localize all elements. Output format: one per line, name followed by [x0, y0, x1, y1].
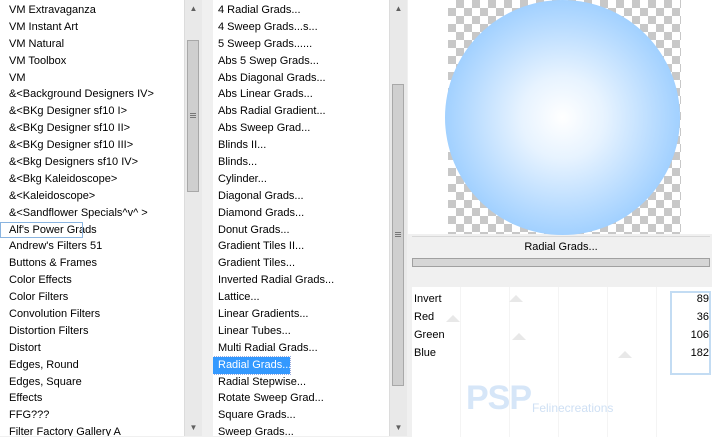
filter-item-selected[interactable]: Radial Grads...: [213, 355, 291, 375]
filter-item[interactable]: Abs 5 Swep Grads...: [213, 53, 389, 70]
filter-item[interactable]: Blinds...: [213, 154, 389, 171]
category-item[interactable]: &<BKg Designer sf10 I>: [0, 103, 184, 120]
filter-item[interactable]: Abs Linear Grads...: [213, 86, 389, 103]
param-row-red[interactable]: Red 36: [412, 308, 712, 326]
category-list-pane[interactable]: VM Extravaganza VM Instant Art VM Natural V…: [0, 0, 184, 436]
radial-gradient-preview: [445, 0, 680, 235]
panel-splitter[interactable]: [412, 258, 710, 267]
filter-item[interactable]: Square Grads...: [213, 407, 389, 424]
category-item[interactable]: Andrew's Filters 51: [0, 238, 184, 255]
param-row-invert[interactable]: Invert 89: [412, 290, 712, 308]
filter-item[interactable]: Donut Grads...: [213, 222, 389, 239]
category-item[interactable]: Distortion Filters: [0, 323, 184, 340]
category-item[interactable]: &<Sandflower Specials^v^ >: [0, 205, 184, 222]
category-item[interactable]: Distort: [0, 340, 184, 357]
param-row-blue[interactable]: Blue 182: [412, 344, 712, 362]
filter-item[interactable]: Abs Diagonal Grads...: [213, 70, 389, 87]
filter-item[interactable]: Linear Tubes...: [213, 323, 389, 340]
filter-item[interactable]: 4 Sweep Grads...s...: [213, 19, 389, 36]
filter-item[interactable]: Abs Radial Gradient...: [213, 103, 389, 120]
grip-icon: [190, 113, 196, 119]
filter-item[interactable]: Blinds II...: [213, 137, 389, 154]
filter-item[interactable]: Inverted Radial Grads...: [213, 272, 389, 289]
psp-watermark: PSP Felinecreations: [466, 379, 666, 429]
filter-item[interactable]: Rotate Sweep Grad...: [213, 390, 389, 407]
param-label: Green: [414, 329, 445, 341]
filter-item[interactable]: Cylinder...: [213, 171, 389, 188]
filter-item[interactable]: 5 Sweep Grads......: [213, 36, 389, 53]
watermark-logo: PSP: [466, 379, 532, 417]
filter-item[interactable]: Diamond Grads...: [213, 205, 389, 222]
filter-item[interactable]: Multi Radial Grads...: [213, 340, 389, 357]
scroll-up-icon[interactable]: ▲: [390, 0, 407, 17]
category-item[interactable]: Color Filters: [0, 289, 184, 306]
category-item[interactable]: &<Background Designers IV>: [0, 86, 184, 103]
category-item[interactable]: Edges, Square: [0, 374, 184, 391]
filter-item[interactable]: Sweep Grads...: [213, 424, 389, 436]
category-scroll-thumb[interactable]: [187, 40, 199, 192]
category-item[interactable]: VM Toolbox: [0, 53, 184, 70]
filter-title: Radial Grads...: [412, 236, 710, 257]
category-item[interactable]: Buttons & Frames: [0, 255, 184, 272]
category-item[interactable]: VM Instant Art: [0, 19, 184, 36]
category-item[interactable]: &<BKg Designer sf10 II>: [0, 120, 184, 137]
scroll-up-icon[interactable]: ▲: [185, 0, 202, 17]
category-item[interactable]: &<Kaleidoscope>: [0, 188, 184, 205]
filter-item[interactable]: Gradient Tiles II...: [213, 238, 389, 255]
category-item[interactable]: &<BKg Designer sf10 III>: [0, 137, 184, 154]
category-item[interactable]: Effects: [0, 390, 184, 407]
param-row-green[interactable]: Green 106: [412, 326, 712, 344]
filter-item[interactable]: Radial Stepwise...: [213, 374, 389, 391]
param-label: Invert: [414, 293, 442, 305]
category-item-focused[interactable]: Alf's Power Grads: [0, 221, 97, 239]
value-box-outline: [670, 291, 711, 375]
watermark-text: Felinecreations: [532, 401, 614, 415]
parameter-panel: PSP Felinecreations Invert 89 Red 36 Gre…: [412, 287, 712, 437]
pane-gap: [202, 0, 213, 436]
category-item[interactable]: Convolution Filters: [0, 306, 184, 323]
filter-item[interactable]: 4 Radial Grads...: [213, 2, 389, 19]
filter-scroll-thumb[interactable]: [392, 84, 404, 386]
filter-list[interactable]: 4 Radial Grads... 4 Sweep Grads...s... 5 S…: [213, 2, 389, 436]
filter-item[interactable]: Lattice...: [213, 289, 389, 306]
category-item[interactable]: Color Effects: [0, 272, 184, 289]
param-label: Red: [414, 311, 435, 323]
param-label: Blue: [414, 347, 437, 359]
category-item[interactable]: FFG???: [0, 407, 184, 424]
category-item[interactable]: VM Natural: [0, 36, 184, 53]
filter-item[interactable]: Diagonal Grads...: [213, 188, 389, 205]
category-item[interactable]: Filter Factory Gallery A: [0, 424, 184, 436]
category-item[interactable]: Edges, Round: [0, 357, 184, 374]
filter-item[interactable]: Gradient Tiles...: [213, 255, 389, 272]
category-scrollbar[interactable]: ▲ ▼: [184, 0, 202, 436]
grip-icon: [395, 232, 401, 238]
preview-area: [408, 0, 712, 235]
filter-item[interactable]: Linear Gradients...: [213, 306, 389, 323]
filter-item[interactable]: Abs Sweep Grad...: [213, 120, 389, 137]
filter-list-pane[interactable]: 4 Radial Grads... 4 Sweep Grads...s... 5 S…: [213, 0, 389, 436]
filter-scrollbar[interactable]: ▲ ▼: [389, 0, 407, 436]
category-item[interactable]: VM Extravaganza: [0, 2, 184, 19]
category-item[interactable]: VM: [0, 70, 184, 87]
category-item[interactable]: &<Bkg Designers sf10 IV>: [0, 154, 184, 171]
category-list[interactable]: VM Extravaganza VM Instant Art VM Natural V…: [0, 2, 184, 436]
category-item[interactable]: &<Bkg Kaleidoscope>: [0, 171, 184, 188]
scroll-down-icon[interactable]: ▼: [390, 419, 407, 436]
scroll-down-icon[interactable]: ▼: [185, 419, 202, 436]
